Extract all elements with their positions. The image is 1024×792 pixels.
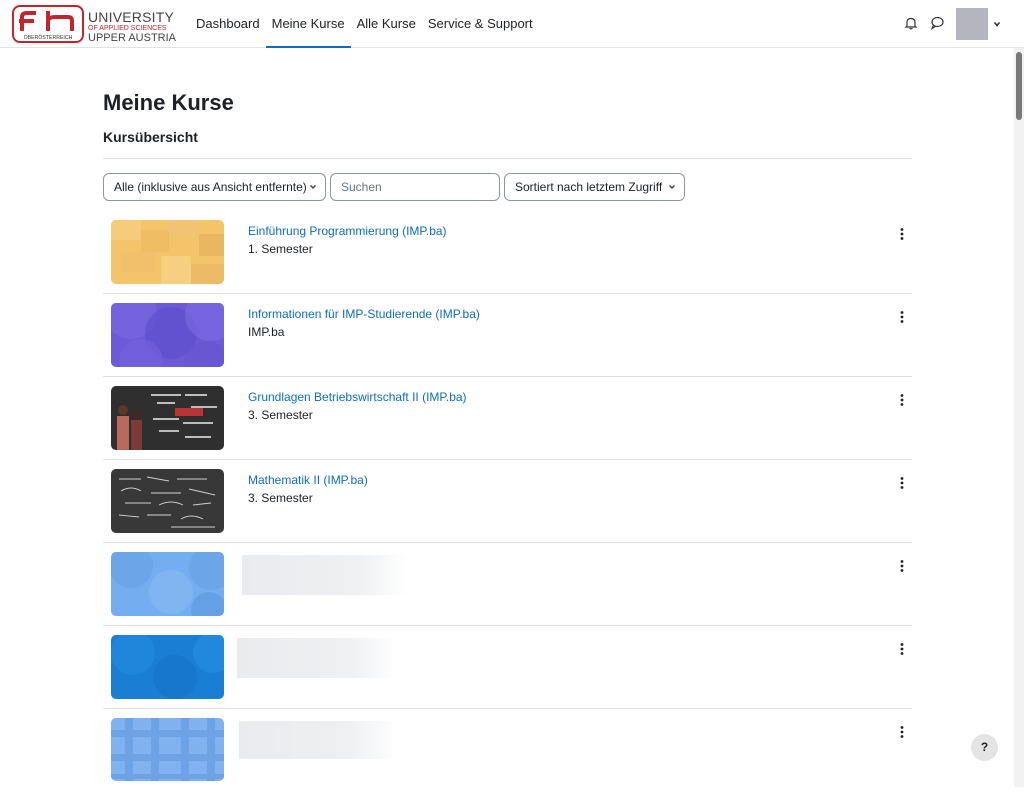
kebab-menu-icon[interactable]	[899, 227, 905, 241]
course-name-placeholder	[237, 638, 397, 678]
course-category: IMP.ba	[248, 325, 285, 339]
course-image[interactable]	[111, 469, 224, 533]
nav-alle-kurse[interactable]: Alle Kurse	[351, 0, 422, 48]
grouping-value: Alle (inklusive aus Ansicht entfernte)	[114, 180, 307, 194]
chat-icon[interactable]	[930, 16, 944, 30]
bell-icon[interactable]	[904, 16, 918, 30]
kebab-menu-icon[interactable]	[899, 642, 905, 656]
grouping-dropdown[interactable]: Alle (inklusive aus Ansicht entfernte)	[103, 173, 326, 201]
course-item: Mathematik II (IMP.ba) 3. Semester	[103, 460, 912, 543]
brand-line2: OF APPLIED SCIENCES	[88, 25, 167, 32]
chevron-down-icon	[669, 185, 675, 189]
kebab-menu-icon[interactable]	[899, 559, 905, 573]
chevron-down-icon	[310, 185, 316, 189]
course-name-link[interactable]: Einführung Programmierung (IMP.ba)	[248, 224, 447, 238]
sort-value: Sortiert nach letztem Zugriff	[515, 180, 663, 194]
page-title: Meine Kurse	[103, 90, 234, 115]
nav-meine-kurse[interactable]: Meine Kurse	[265, 0, 351, 48]
section-title: Kursübersicht	[103, 129, 198, 145]
search-placeholder: Suchen	[341, 180, 382, 194]
logo-sub: OBERÖSTERREICH	[24, 34, 73, 41]
search-input[interactable]: Suchen	[330, 173, 500, 201]
primary-nav: Dashboard Meine Kurse Alle Kurse Service…	[190, 0, 539, 48]
nav-dashboard[interactable]: Dashboard	[190, 0, 266, 48]
course-item: Einführung Programmierung (IMP.ba) 1. Se…	[103, 211, 912, 294]
kebab-menu-icon[interactable]	[899, 476, 905, 490]
brand-line1: UNIVERSITY	[88, 9, 175, 25]
course-item	[103, 543, 912, 626]
fh-logo[interactable]: OBERÖSTERREICH	[12, 5, 84, 43]
course-name-placeholder	[239, 721, 397, 759]
course-name-placeholder	[242, 555, 407, 595]
sort-dropdown[interactable]: Sortiert nach letztem Zugriff	[504, 173, 685, 201]
course-image[interactable]	[111, 718, 224, 781]
kebab-menu-icon[interactable]	[899, 310, 905, 324]
chevron-down-icon[interactable]	[992, 19, 1002, 29]
course-item: Informationen für IMP-Studierende (IMP.b…	[103, 294, 912, 377]
course-image[interactable]	[111, 386, 224, 450]
top-navbar: OBERÖSTERREICH UNIVERSITY OF APPLIED SCI…	[0, 0, 1024, 48]
course-name-link[interactable]: Informationen für IMP-Studierende (IMP.b…	[248, 307, 480, 321]
brand-text[interactable]: UNIVERSITY OF APPLIED SCIENCES UPPER AUS…	[88, 10, 176, 44]
course-name-link[interactable]: Mathematik II (IMP.ba)	[248, 473, 368, 487]
avatar[interactable]	[956, 8, 988, 40]
course-image[interactable]	[111, 552, 224, 616]
page-scrollbar[interactable]	[1014, 48, 1024, 787]
course-item	[103, 626, 912, 709]
kebab-menu-icon[interactable]	[899, 725, 905, 739]
kebab-menu-icon[interactable]	[899, 393, 905, 407]
course-image[interactable]	[111, 303, 224, 367]
section-divider	[103, 158, 912, 159]
nav-service-support[interactable]: Service & Support	[422, 0, 539, 48]
course-image[interactable]	[111, 635, 224, 699]
course-item	[103, 709, 912, 792]
course-item: Grundlagen Betriebswirtschaft II (IMP.ba…	[103, 377, 912, 460]
course-image[interactable]	[111, 220, 224, 284]
help-button[interactable]: ?	[971, 734, 998, 761]
course-category: 3. Semester	[248, 491, 313, 505]
course-category: 3. Semester	[248, 408, 313, 422]
course-category: 1. Semester	[248, 242, 313, 256]
scrollbar-thumb[interactable]	[1016, 52, 1022, 120]
brand-line3: UPPER AUSTRIA	[88, 32, 177, 44]
course-name-link[interactable]: Grundlagen Betriebswirtschaft II (IMP.ba…	[248, 390, 467, 404]
